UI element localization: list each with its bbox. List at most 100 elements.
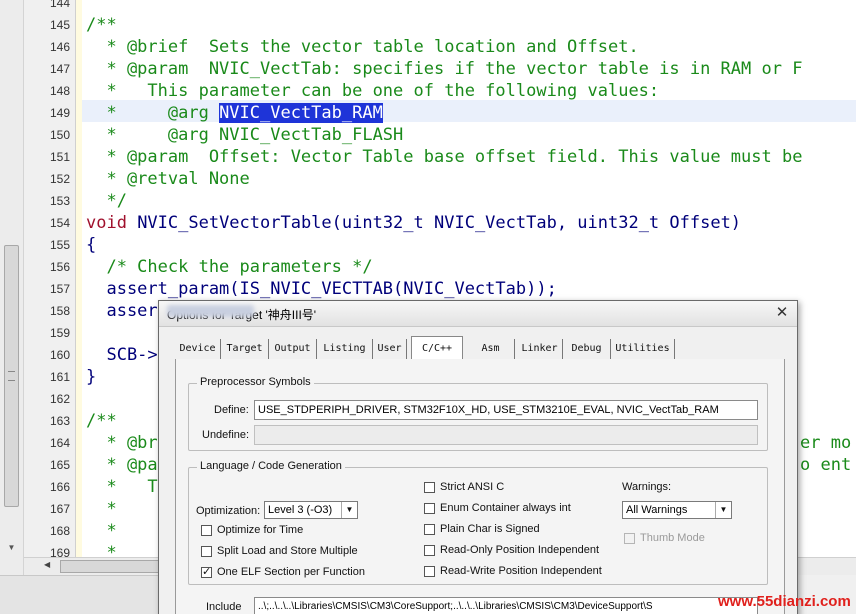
vertical-scrollbar[interactable]: ▼ bbox=[0, 0, 24, 575]
code-line[interactable]: * This parameter can be one of the follo… bbox=[86, 80, 659, 102]
comment-text: * bbox=[86, 499, 117, 519]
comment-text: * @retval None bbox=[86, 169, 250, 189]
split-load-store-checkbox[interactable] bbox=[201, 546, 212, 557]
code-line[interactable]: /** bbox=[86, 410, 117, 432]
code-line[interactable]: * @br bbox=[86, 432, 158, 454]
comment-text: * @arg NVIC_VectTab_FLASH bbox=[86, 125, 404, 145]
comment-text: * @br bbox=[86, 433, 158, 453]
code-line[interactable]: asser bbox=[86, 300, 157, 322]
define-input[interactable]: USE_STDPERIPH_DRIVER, STM32F10X_HD, USE_… bbox=[254, 400, 758, 420]
code-line[interactable]: * bbox=[86, 520, 116, 542]
optimization-value: Level 3 (-O3) bbox=[268, 504, 333, 516]
optimization-select[interactable]: Level 3 (-O3) ▼ bbox=[264, 501, 358, 519]
ropi-checkbox[interactable] bbox=[424, 545, 435, 556]
dialog-titlebar[interactable]: Options for Target '神舟III号' OFFSET(Offse… bbox=[159, 301, 797, 327]
scroll-down-arrow-icon[interactable]: ▼ bbox=[4, 540, 19, 555]
undefine-input[interactable] bbox=[254, 425, 758, 445]
tab-device[interactable]: Device bbox=[175, 339, 221, 359]
line-number: 148 bbox=[49, 84, 70, 98]
line-number: 153 bbox=[49, 194, 70, 208]
warnings-select[interactable]: All Warnings ▼ bbox=[622, 501, 732, 519]
optimize-for-time-label[interactable]: Optimize for Time bbox=[217, 524, 303, 536]
code-line[interactable]: * @pa bbox=[86, 454, 158, 476]
tab-c-cpp[interactable]: C/C++ bbox=[411, 336, 463, 359]
code-line[interactable]: */ bbox=[86, 190, 127, 212]
code-line[interactable]: * @param Offset: Vector Table base offse… bbox=[86, 146, 802, 168]
line-number: 155 bbox=[49, 238, 70, 252]
comment-text: * @param NVIC_VectTab: specifies if the … bbox=[86, 59, 803, 79]
code-line[interactable]: * bbox=[86, 498, 117, 520]
tab-bar: Device Target Output Listing User C/C++ … bbox=[175, 336, 785, 359]
optimize-for-time-checkbox[interactable] bbox=[201, 525, 212, 536]
code-line[interactable]: /* Check the parameters */ bbox=[86, 256, 373, 278]
enum-container-label[interactable]: Enum Container always int bbox=[440, 502, 571, 514]
tab-asm[interactable]: Asm bbox=[467, 339, 515, 359]
tab-output[interactable]: Output bbox=[269, 339, 317, 359]
line-number: 151 bbox=[49, 150, 70, 164]
tab-user[interactable]: User bbox=[373, 339, 407, 359]
code-line[interactable]: * @param NVIC_VectTab: specifies if the … bbox=[86, 58, 802, 80]
scrollbar-thumb[interactable] bbox=[4, 245, 19, 507]
define-label: Define: bbox=[214, 404, 249, 416]
close-button[interactable]: ✕ bbox=[771, 304, 793, 322]
line-number: 157 bbox=[49, 282, 70, 296]
comment-text: /* Check the parameters */ bbox=[86, 257, 373, 277]
code-text: SCB-> bbox=[86, 345, 158, 365]
comment-text: */ bbox=[86, 191, 127, 211]
thumb-mode-label[interactable]: Thumb Mode bbox=[640, 532, 705, 544]
watermark: www.55dianzi.com bbox=[718, 593, 851, 610]
one-elf-section-checkbox[interactable] bbox=[201, 565, 212, 578]
code-line[interactable]: * T bbox=[86, 476, 158, 498]
code-line[interactable]: * @brief Sets the vector table location … bbox=[86, 36, 639, 58]
strict-ansi-checkbox[interactable] bbox=[424, 482, 435, 493]
strict-ansi-label[interactable]: Strict ANSI C bbox=[440, 481, 504, 493]
selected-text[interactable]: NVIC_VectTab_RAM bbox=[219, 103, 383, 123]
code-text: NVIC_SetVectorTable(uint32_t NVIC_VectTa… bbox=[126, 213, 742, 233]
line-number: 168 bbox=[49, 524, 70, 538]
language-group-label: Language / Code Generation bbox=[197, 460, 345, 472]
code-line[interactable]: { bbox=[86, 234, 96, 256]
enum-container-checkbox[interactable] bbox=[424, 503, 435, 514]
comment-text: * T bbox=[86, 477, 158, 497]
tab-linker[interactable]: Linker bbox=[517, 339, 563, 359]
tab-target[interactable]: Target bbox=[221, 339, 269, 359]
comment-text: * @pa bbox=[86, 455, 158, 475]
include-paths-input[interactable]: ..\;..\..\..\Libraries\CMSIS\CM3\CoreSup… bbox=[254, 597, 758, 614]
code-line[interactable]: /** bbox=[86, 14, 117, 36]
comment-text-tail: er mo bbox=[800, 433, 852, 453]
blurred-overlay: OFFSET(Offset)); bbox=[167, 305, 254, 317]
ropi-label[interactable]: Read-Only Position Independent bbox=[440, 544, 599, 556]
rwpi-checkbox[interactable] bbox=[424, 566, 435, 577]
code-line[interactable]: assert_param(IS_NVIC_VECTTAB(NVIC_VectTa… bbox=[86, 278, 556, 300]
comment-text: * @brief Sets the vector table location … bbox=[86, 37, 639, 57]
line-number: 154 bbox=[49, 216, 70, 230]
comment-text-tail: o ent bbox=[800, 455, 852, 475]
tab-utilities[interactable]: Utilities bbox=[611, 339, 675, 359]
line-number: 159 bbox=[49, 326, 70, 340]
options-for-target-dialog: Options for Target '神舟III号' OFFSET(Offse… bbox=[158, 300, 798, 614]
code-line[interactable]: * @arg NVIC_VectTab_RAM bbox=[86, 102, 383, 124]
code-line[interactable]: * @retval None bbox=[86, 168, 250, 190]
code-line[interactable]: * @arg NVIC_VectTab_FLASH bbox=[86, 124, 403, 146]
code-line[interactable]: void NVIC_SetVectorTable(uint32_t NVIC_V… bbox=[86, 212, 741, 234]
comment-text: * This parameter can be one of the follo… bbox=[86, 81, 660, 101]
line-number: 160 bbox=[49, 348, 70, 362]
code-line[interactable]: SCB-> bbox=[86, 344, 158, 366]
line-number: 156 bbox=[49, 260, 70, 274]
split-load-store-label[interactable]: Split Load and Store Multiple bbox=[217, 545, 358, 557]
line-number: 147 bbox=[49, 62, 70, 76]
one-elf-section-label[interactable]: One ELF Section per Function bbox=[217, 566, 365, 578]
rwpi-label[interactable]: Read-Write Position Independent bbox=[440, 565, 602, 577]
tab-listing[interactable]: Listing bbox=[317, 339, 373, 359]
thumb-mode-checkbox[interactable] bbox=[624, 533, 635, 544]
line-number: 144 bbox=[49, 0, 70, 10]
plain-char-label[interactable]: Plain Char is Signed bbox=[440, 523, 540, 535]
line-number: 158 bbox=[49, 304, 70, 318]
tab-debug[interactable]: Debug bbox=[563, 339, 611, 359]
scroll-left-arrow-icon[interactable]: ◀ bbox=[44, 560, 50, 569]
chevron-down-icon[interactable]: ▼ bbox=[341, 502, 357, 518]
plain-char-checkbox[interactable] bbox=[424, 524, 435, 535]
code-line[interactable]: } bbox=[86, 366, 96, 388]
chevron-down-icon[interactable]: ▼ bbox=[715, 502, 731, 518]
optimization-label: Optimization: bbox=[196, 505, 261, 517]
